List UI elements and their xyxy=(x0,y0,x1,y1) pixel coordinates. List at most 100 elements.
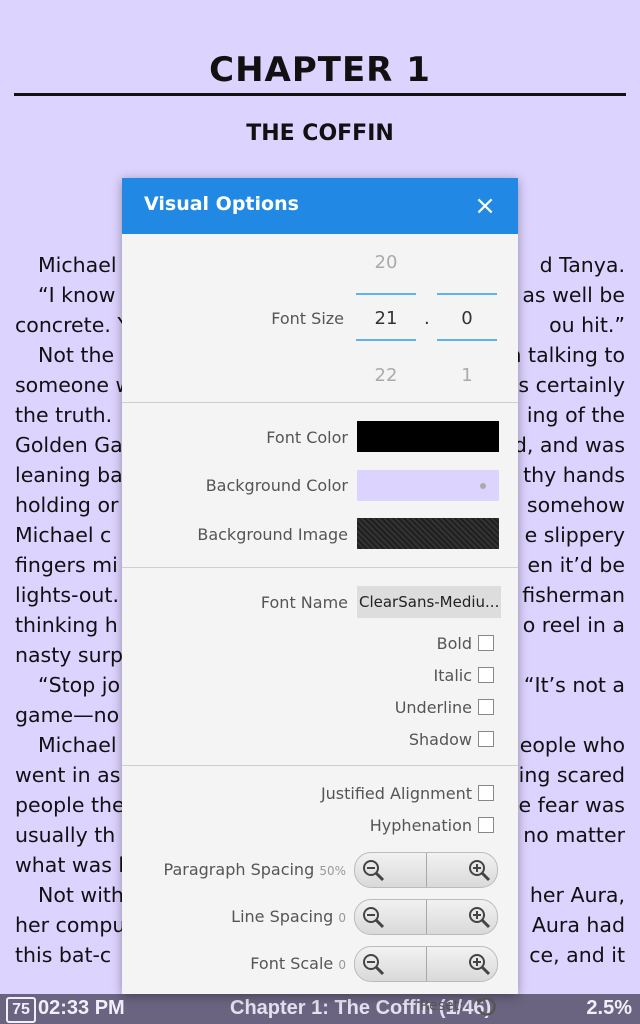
visual-options-dialog: Visual Options × Font Size 20 21 22 . 0 … xyxy=(122,178,518,1016)
text-line-right: ing of the xyxy=(526,403,625,427)
text-line-right: ce, and it xyxy=(529,943,625,967)
text-line-left: “I know xyxy=(38,283,116,307)
text-line-left: Not with xyxy=(38,883,124,907)
italic-label: Italic xyxy=(433,666,472,685)
zoom-out-icon[interactable] xyxy=(361,858,385,882)
background-color-label: Background Color xyxy=(205,476,348,495)
text-line-right: d, and was xyxy=(513,433,625,457)
font-scale-value: 0 xyxy=(338,958,346,972)
zoom-in-icon[interactable] xyxy=(467,858,491,882)
picker-highlight-top xyxy=(437,293,497,295)
picker-highlight-bottom xyxy=(356,339,416,341)
font-color-swatch[interactable] xyxy=(357,421,499,452)
shadow-checkbox[interactable] xyxy=(478,731,494,747)
reset-icon[interactable] xyxy=(474,994,498,1018)
text-line-right: eople who xyxy=(519,733,625,757)
text-line-left: her compu xyxy=(15,913,126,937)
text-line-left: fingers mi xyxy=(15,553,118,577)
font-name-select[interactable]: ClearSans-Mediu... xyxy=(357,586,501,618)
font-color-label: Font Color xyxy=(266,428,348,447)
text-line-right: ou hit.” xyxy=(549,313,625,337)
text-line-left: Michael xyxy=(38,253,117,277)
italic-checkbox[interactable] xyxy=(478,667,494,683)
font-size-separator: . xyxy=(424,308,430,329)
text-line-left: Not the r xyxy=(38,343,130,367)
section-divider xyxy=(122,567,518,568)
close-button[interactable]: × xyxy=(468,189,502,223)
text-line-left: someone w xyxy=(15,373,133,397)
paragraph-spacing-stepper xyxy=(354,852,498,888)
text-line-right: thy hands xyxy=(523,463,625,487)
dialog-header: Visual Options × xyxy=(122,178,518,234)
font-size-next[interactable]: 22 xyxy=(356,365,416,386)
text-line-right: Aura had xyxy=(531,913,625,937)
font-size-integer[interactable]: 21 xyxy=(356,308,416,329)
paragraph-spacing-value: 50% xyxy=(319,864,346,878)
text-line-left: people the xyxy=(15,793,125,817)
background-color-swatch[interactable] xyxy=(357,470,499,501)
chapter-title: CHAPTER 1 xyxy=(209,50,431,90)
text-line-right: no matter xyxy=(523,823,625,847)
font-size-fraction-next[interactable]: 1 xyxy=(437,365,497,386)
background-image-swatch[interactable] xyxy=(357,518,499,549)
zoom-out-icon[interactable] xyxy=(361,905,385,929)
battery-icon: 75 xyxy=(6,997,36,1023)
shadow-label: Shadow xyxy=(408,730,472,749)
text-line-left: Michael c xyxy=(15,523,112,547)
status-progress: 2.5% xyxy=(586,997,632,1019)
hyphenation-checkbox[interactable] xyxy=(478,817,494,833)
justified-alignment-checkbox[interactable] xyxy=(478,785,494,801)
line-spacing-value: 0 xyxy=(338,911,346,925)
chapter-divider xyxy=(14,93,626,96)
bold-checkbox[interactable] xyxy=(478,635,494,651)
line-spacing-stepper xyxy=(354,899,498,935)
text-line-right: e slippery xyxy=(524,523,625,547)
text-line-right: d Tanya. xyxy=(539,253,625,277)
text-line-left: lights-out. xyxy=(15,583,119,607)
text-line-right: en it’d be xyxy=(527,553,625,577)
paragraph-spacing-label: Paragraph Spacing 50% xyxy=(163,860,346,879)
text-line-left: game—no xyxy=(15,703,120,727)
text-line-right: fisherman xyxy=(522,583,625,607)
text-line-left: holding or xyxy=(15,493,119,517)
text-line-left: leaning ba xyxy=(15,463,123,487)
text-line-right: e fear was xyxy=(518,793,625,817)
font-size-fraction[interactable]: 0 xyxy=(437,308,497,329)
section-divider xyxy=(122,402,518,403)
text-line-right: ing scared xyxy=(518,763,625,787)
text-line-right: n talking to xyxy=(508,343,625,367)
text-line-right: as well be xyxy=(522,283,625,307)
text-line-left: the truth. xyxy=(15,403,113,427)
underline-label: Underline xyxy=(394,698,472,717)
font-scale-label: Font Scale 0 xyxy=(250,954,346,973)
font-scale-stepper xyxy=(354,946,498,982)
zoom-out-icon[interactable] xyxy=(361,952,385,976)
reset-label: Reset: xyxy=(420,998,464,1014)
zoom-in-icon[interactable] xyxy=(467,905,491,929)
text-line-left: this bat-c xyxy=(15,943,112,967)
text-line-left: usually th xyxy=(15,823,116,847)
justified-alignment-label: Justified Alignment xyxy=(320,784,472,803)
background-image-label: Background Image xyxy=(197,525,348,544)
text-line-right: o reel in a xyxy=(522,613,625,637)
text-line-right: s certainly xyxy=(518,373,625,397)
text-line-left: went in as xyxy=(15,763,121,787)
status-time: 02:33 PM xyxy=(38,997,125,1019)
zoom-in-icon[interactable] xyxy=(467,952,491,976)
chapter-subtitle: THE COFFIN xyxy=(246,121,394,146)
underline-checkbox[interactable] xyxy=(478,699,494,715)
picker-highlight-bottom xyxy=(437,339,497,341)
hyphenation-label: Hyphenation xyxy=(369,816,472,835)
dialog-title: Visual Options xyxy=(144,193,299,215)
text-line-right: somehow xyxy=(526,493,625,517)
text-line-right: her Aura, xyxy=(529,883,625,907)
font-size-prev[interactable]: 20 xyxy=(356,252,416,273)
text-line-left: nasty surp xyxy=(15,643,124,667)
status-bar: 75 02:33 PM Chapter 1: The Coffin (1/46)… xyxy=(0,994,640,1024)
text-line-right: “It’s not a xyxy=(523,673,625,697)
text-line-left: “Stop jo xyxy=(38,673,120,697)
text-line-left: thinking h xyxy=(15,613,118,637)
text-line-left: Golden Ga xyxy=(15,433,123,457)
font-name-label: Font Name xyxy=(260,593,348,612)
bold-label: Bold xyxy=(436,634,472,653)
